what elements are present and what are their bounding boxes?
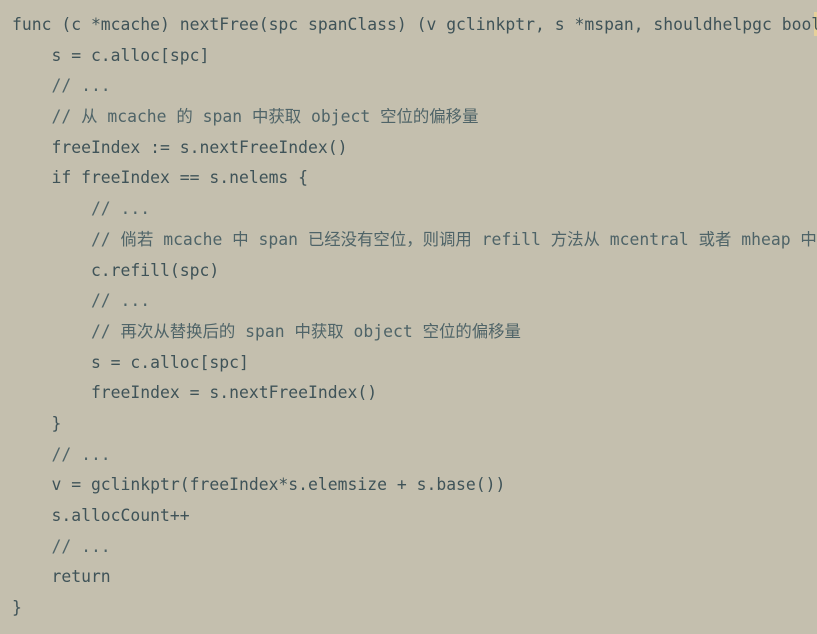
code-line-func-signature: func (c *mcache) nextFree(spc spanClass)… — [12, 15, 817, 34]
code-line-func-close: } — [12, 598, 22, 618]
code-line-comment-refill: // 倘若 mcache 中 span 已经没有空位，则调用 refill 方法… — [90, 229, 817, 249]
code-line-comment-ellipsis: // ... — [12, 444, 111, 464]
code-line-free-index: freeIndex := s.nextFreeIndex() — [12, 137, 348, 157]
code-line-alloc: s = c.alloc[spc] — [12, 45, 210, 65]
code-line-comment-ellipsis: // ... — [12, 536, 111, 556]
code-line-comment-ellipsis: // ... — [12, 76, 111, 96]
code-line-comment-get-offset: // 从 mcache 的 span 中获取 object 空位的偏移量 — [12, 107, 479, 127]
code-line-comment-ellipsis: // ... — [12, 199, 151, 219]
code-line-gclinkptr: v = gclinkptr(freeIndex*s.elemsize + s.b… — [12, 475, 506, 495]
code-line-next-free-index: freeIndex = s.nextFreeIndex() — [12, 383, 378, 403]
code-line-realloc: s = c.alloc[spc] — [12, 352, 249, 372]
code-line-comment-retry-offset: // 再次从替换后的 span 中获取 object 空位的偏移量 — [12, 321, 521, 341]
code-line-if-condition: if freeIndex == s.nelems { — [12, 168, 309, 188]
code-line-alloc-count: s.allocCount++ — [12, 506, 190, 525]
code-line-if-close: } — [12, 413, 62, 433]
code-line-return: return — [12, 567, 111, 587]
code-line-refill-call: c.refill(spc) — [12, 260, 220, 280]
code-lines: func (c *mcache) nextFree(spc spanClass)… — [12, 10, 817, 624]
code-line-comment-ellipsis: // ... — [12, 291, 151, 311]
code-block: func (c *mcache) nextFree(spc spanClass)… — [0, 0, 817, 634]
